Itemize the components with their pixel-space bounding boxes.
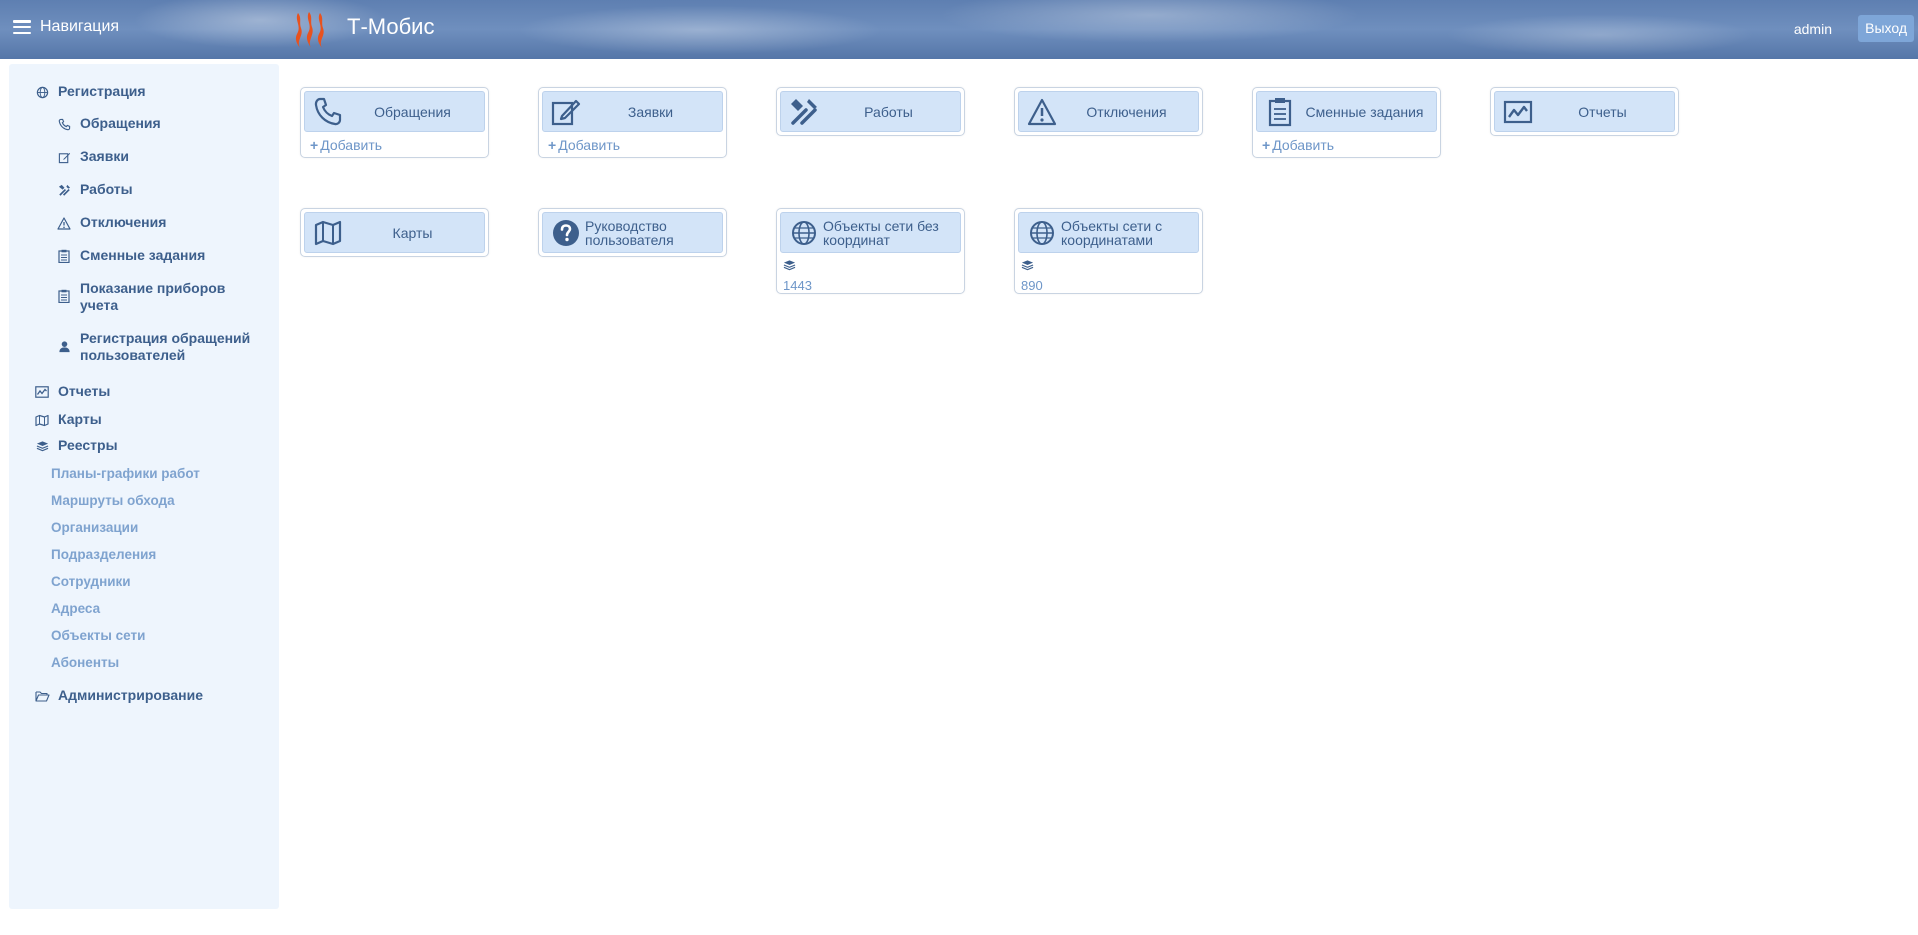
globe-icon	[34, 84, 50, 100]
globe-icon	[789, 218, 819, 248]
logout-button[interactable]: Выход	[1858, 15, 1914, 42]
map-icon	[313, 218, 343, 248]
layers-icon	[1021, 260, 1034, 271]
card-requests: Заявки + Добавить	[538, 87, 727, 158]
registry-link-departments[interactable]: Подразделения	[51, 547, 156, 562]
appeals-button[interactable]: Обращения	[304, 91, 485, 132]
clipboard-icon	[56, 248, 72, 264]
add-label: Добавить	[1272, 137, 1335, 153]
phone-icon	[56, 116, 72, 132]
sidebar-item-appeals[interactable]: Обращения	[56, 115, 161, 132]
registry-link-routes[interactable]: Маршруты обхода	[51, 493, 175, 508]
sidebar-item-label: Работы	[80, 181, 133, 197]
card-objects-without-coords: Объекты сети без координат 1443	[776, 208, 965, 294]
shift-tasks-button[interactable]: Сменные задания	[1256, 91, 1437, 132]
card-user-manual: Руководство пользователя	[538, 208, 727, 257]
add-shift-task-link[interactable]: + Добавить	[1253, 135, 1440, 157]
sidebar-item-label: Регистрация	[58, 83, 146, 99]
registry-link-employees[interactable]: Сотрудники	[51, 574, 131, 589]
tools-icon	[56, 182, 72, 198]
add-label: Добавить	[320, 137, 383, 153]
navigation-label: Навигация	[40, 18, 120, 35]
objects-count[interactable]: 890	[1021, 278, 1202, 293]
tools-icon	[789, 97, 819, 127]
card-outages: Отключения	[1014, 87, 1203, 136]
works-button[interactable]: Работы	[780, 91, 961, 132]
sidebar-item-reports[interactable]: Отчеты	[34, 383, 110, 400]
sidebar-item-outages[interactable]: Отключения	[56, 214, 166, 231]
plus-icon: +	[1262, 137, 1271, 153]
sidebar-item-meter-readings[interactable]: Показание приборов учета	[56, 280, 266, 314]
sidebar-item-administration[interactable]: Администрирование	[34, 687, 203, 704]
edit-icon	[551, 97, 581, 127]
warning-icon	[1027, 97, 1057, 127]
sidebar-item-label: Обращения	[80, 115, 161, 131]
maps-button[interactable]: Карты	[304, 212, 485, 253]
sidebar-item-works[interactable]: Работы	[56, 181, 133, 198]
sidebar-item-label: Отключения	[80, 214, 167, 230]
outages-button[interactable]: Отключения	[1018, 91, 1199, 132]
map-icon	[34, 412, 50, 428]
registry-link-work-schedules[interactable]: Планы-графики работ	[51, 466, 200, 481]
sidebar: Регистрация Обращения Заявки Работы Откл…	[9, 64, 279, 909]
warning-icon	[56, 215, 72, 231]
user-manual-button[interactable]: Руководство пользователя	[542, 212, 723, 253]
sidebar-item-label: Реестры	[58, 437, 118, 453]
registry-link-organizations[interactable]: Организации	[51, 520, 138, 535]
sidebar-item-registration[interactable]: Регистрация	[34, 83, 146, 100]
edit-icon	[56, 149, 72, 165]
sidebar-item-label: Показание приборов учета	[80, 280, 226, 313]
objects-without-coords-button[interactable]: Объекты сети без координат	[780, 212, 961, 253]
objects-without-coords-stat: 1443	[777, 256, 964, 293]
add-label: Добавить	[558, 137, 621, 153]
card-objects-with-coords: Объекты сети с координатами 890	[1014, 208, 1203, 294]
sidebar-item-label: Сменные задания	[80, 247, 206, 263]
sidebar-item-label: Регистрация обращений пользователей	[80, 330, 251, 363]
add-appeal-link[interactable]: + Добавить	[301, 135, 488, 157]
objects-count[interactable]: 1443	[783, 278, 964, 293]
clipboard-icon	[56, 288, 72, 304]
menu-icon	[13, 20, 31, 34]
navigation-toggle[interactable]: Навигация	[13, 18, 119, 36]
globe-icon	[1027, 218, 1057, 248]
current-user: admin	[1793, 21, 1832, 37]
sidebar-item-shift-tasks[interactable]: Сменные задания	[56, 247, 205, 264]
sidebar-item-label: Отчеты	[58, 383, 111, 399]
user-icon	[56, 338, 72, 354]
objects-with-coords-stat: 890	[1015, 256, 1202, 293]
sidebar-item-label: Заявки	[80, 148, 129, 164]
chart-icon	[34, 384, 50, 400]
sidebar-item-registries[interactable]: Реестры	[34, 437, 118, 454]
clipboard-icon	[1265, 97, 1295, 127]
top-header: Навигация Т-Мобис admin Выход	[0, 0, 1918, 59]
phone-icon	[313, 97, 343, 127]
card-reports: Отчеты	[1490, 87, 1679, 136]
card-works: Работы	[776, 87, 965, 136]
sidebar-item-maps[interactable]: Карты	[34, 411, 102, 428]
app-title: Т-Мобис	[347, 14, 435, 39]
reports-button[interactable]: Отчеты	[1494, 91, 1675, 132]
card-shift-tasks: Сменные задания + Добавить	[1252, 87, 1441, 158]
requests-button[interactable]: Заявки	[542, 91, 723, 132]
sidebar-item-label: Карты	[58, 411, 102, 427]
plus-icon: +	[548, 137, 557, 153]
sidebar-item-label: Администрирование	[58, 687, 203, 703]
help-icon	[551, 218, 581, 248]
card-maps: Карты	[300, 208, 489, 257]
registry-link-addresses[interactable]: Адреса	[51, 601, 100, 616]
card-appeals: Обращения + Добавить	[300, 87, 489, 158]
registry-link-subscribers[interactable]: Абоненты	[51, 655, 119, 670]
registry-link-network-objects[interactable]: Объекты сети	[51, 628, 145, 643]
sidebar-item-requests[interactable]: Заявки	[56, 148, 129, 165]
add-request-link[interactable]: + Добавить	[539, 135, 726, 157]
plus-icon: +	[310, 137, 319, 153]
layers-icon	[783, 260, 796, 271]
layers-icon	[34, 438, 50, 454]
folder-open-icon	[34, 688, 50, 704]
flame-logo-icon	[295, 12, 324, 48]
chart-icon	[1503, 97, 1533, 127]
objects-with-coords-button[interactable]: Объекты сети с координатами	[1018, 212, 1199, 253]
sidebar-item-user-appeals[interactable]: Регистрация обращений пользователей	[56, 330, 271, 364]
